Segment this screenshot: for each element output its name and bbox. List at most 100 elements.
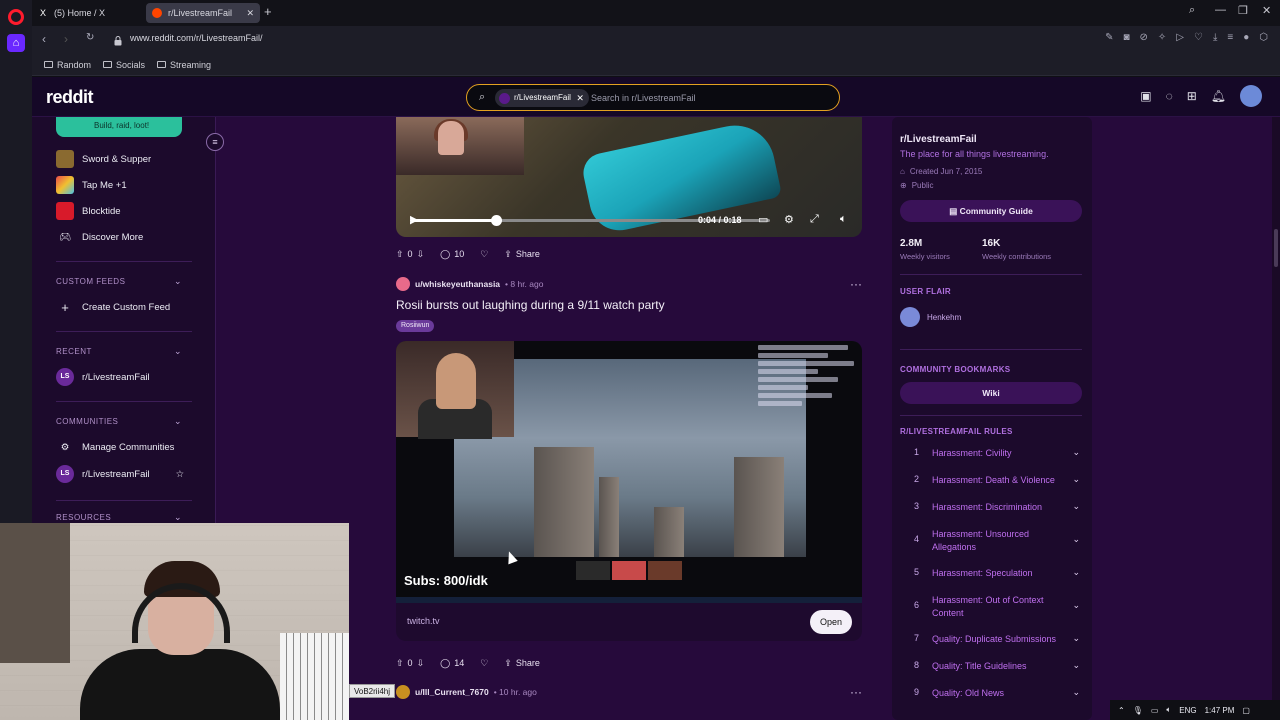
reddit-logo[interactable]: reddit: [46, 87, 94, 108]
home-icon[interactable]: ⌂: [7, 34, 25, 52]
extension-icon[interactable]: ✧: [1158, 32, 1166, 43]
flair-avatar[interactable]: [900, 307, 920, 327]
search-bar[interactable]: ⌕ r/LivestreamFail ✕: [466, 84, 840, 111]
avatar[interactable]: [396, 277, 410, 291]
search-scope-chip[interactable]: r/LivestreamFail ✕: [495, 89, 589, 107]
weekly-visitors: 2.8M Weekly visitors: [900, 238, 950, 261]
tab-livestreamfail[interactable]: r/LivestreamFail ✕: [146, 3, 260, 23]
upvote-icon[interactable]: ⇧: [396, 658, 404, 669]
collapse-nav-button[interactable]: ≡: [206, 133, 224, 151]
streamer-webcam: [396, 117, 524, 175]
network-icon[interactable]: ▭: [1151, 706, 1159, 715]
star-icon[interactable]: ☆: [176, 469, 185, 480]
bookmark-streaming[interactable]: Streaming: [157, 60, 211, 70]
award-button[interactable]: ♡: [480, 658, 488, 669]
nav-discover-more[interactable]: 🎮︎ Discover More: [56, 227, 143, 247]
microphone-icon[interactable]: 🎙︎: [1133, 706, 1143, 715]
resources-header[interactable]: RESOURCES ⌄: [56, 512, 182, 522]
back-icon[interactable]: ‹: [42, 32, 46, 46]
downvote-icon[interactable]: ⇩: [417, 658, 425, 669]
tab-strip: X (5) Home / X r/LivestreamFail ✕ + ⌕ — …: [32, 0, 1280, 26]
camera-icon[interactable]: ◙: [1123, 32, 1129, 43]
nav-sword-supper[interactable]: Sword & Supper: [56, 149, 151, 169]
clock[interactable]: 1:47 PM: [1205, 706, 1235, 715]
communities-header[interactable]: COMMUNITIES ⌄: [56, 416, 182, 426]
post-time: • 8 hr. ago: [505, 279, 544, 289]
video-player[interactable]: ▶ 0:04 / 0:18 ▭ ⚙ ⤢ 🔈︎: [396, 117, 862, 237]
vpn-icon[interactable]: ⊘: [1140, 32, 1148, 43]
recent-livestreamfail[interactable]: LS r/LivestreamFail: [56, 367, 150, 387]
post-author[interactable]: u/whiskeyeuthanasia: [415, 279, 500, 289]
emote-strip: [576, 561, 682, 580]
share-button[interactable]: ⇪ Share: [504, 658, 540, 669]
link-domain[interactable]: twitch.tv: [407, 616, 440, 626]
downvote-icon[interactable]: ⇩: [417, 249, 425, 260]
reload-icon[interactable]: ↻: [86, 32, 94, 43]
custom-feeds-header[interactable]: CUSTOM FEEDS ⌄: [56, 276, 182, 286]
more-options-icon[interactable]: ···: [850, 277, 862, 291]
share-icon: ⇪: [504, 248, 512, 259]
recent-header[interactable]: RECENT ⌄: [56, 346, 182, 356]
volume-icon[interactable]: 🔈︎: [840, 213, 847, 226]
bookmark-socials[interactable]: Socials: [103, 60, 145, 70]
community-name[interactable]: r/LivestreamFail: [900, 134, 977, 145]
search-tabs-icon[interactable]: ⌕: [1189, 4, 1195, 17]
new-tab-icon[interactable]: +: [264, 3, 278, 23]
video-time: 0:04 / 0:18: [698, 215, 742, 225]
post-flair[interactable]: Rosiiwun: [396, 320, 435, 332]
scrubber-handle[interactable]: [491, 215, 503, 226]
close-icon[interactable]: ✕: [246, 3, 254, 23]
close-window-icon[interactable]: ✕: [1262, 4, 1271, 17]
share-button[interactable]: ⇪ Share: [504, 249, 540, 260]
fullscreen-icon[interactable]: ⤢: [810, 213, 819, 226]
manage-communities[interactable]: ⚙ Manage Communities: [56, 437, 175, 457]
community-livestreamfail[interactable]: LS r/LivestreamFail ☆: [56, 464, 184, 484]
community-guide-button[interactable]: ▤ Community Guide: [900, 200, 1082, 222]
avatar[interactable]: [396, 685, 410, 699]
nav-blocktide[interactable]: Blocktide: [56, 201, 121, 221]
more-options-icon[interactable]: ···: [850, 685, 862, 699]
chat-icon[interactable]: ◌: [1166, 89, 1173, 107]
user-flair[interactable]: Henkehm: [927, 313, 961, 322]
menu-icon[interactable]: ≡: [1227, 32, 1233, 43]
heart-icon[interactable]: ♡: [1194, 32, 1203, 43]
user-avatar[interactable]: [1240, 85, 1262, 107]
tab-x-home[interactable]: X (5) Home / X: [32, 3, 142, 23]
download-icon[interactable]: ⤓: [1213, 32, 1217, 43]
post-title[interactable]: Rosii bursts out laughing during a 9/11 …: [396, 298, 665, 312]
volume-icon[interactable]: 🔈︎: [1166, 705, 1171, 715]
url-field[interactable]: www.reddit.com/r/LivestreamFail/: [130, 33, 263, 43]
opera-logo-icon[interactable]: [8, 9, 24, 25]
bookmark-random[interactable]: Random: [44, 60, 91, 70]
wiki-button[interactable]: Wiki: [900, 382, 1082, 404]
post-media[interactable]: Subs: 800/idk: [396, 341, 862, 603]
comments-button[interactable]: ◯ 10: [440, 249, 464, 260]
post-author[interactable]: u/Ill_Current_7670: [415, 687, 489, 697]
search-input[interactable]: [591, 89, 831, 107]
scrollbar-thumb[interactable]: [1274, 229, 1278, 267]
settings-icon[interactable]: ⚙: [784, 213, 794, 226]
clear-scope-icon[interactable]: ✕: [576, 89, 584, 107]
game-promo-card[interactable]: Build, raid, loot!: [56, 117, 182, 137]
scrollbar[interactable]: [1272, 117, 1280, 720]
notification-icon[interactable]: ▢: [1242, 706, 1250, 715]
notifications-icon[interactable]: 🔔︎: [1211, 89, 1226, 107]
upvote-icon[interactable]: ⇧: [396, 249, 404, 260]
profile-icon[interactable]: ●: [1243, 32, 1249, 43]
nav-tap-me[interactable]: Tap Me +1: [56, 175, 127, 195]
advertise-icon[interactable]: ▣: [1140, 89, 1151, 107]
wallet-icon[interactable]: ⬡: [1259, 32, 1268, 43]
open-button[interactable]: Open: [809, 610, 852, 634]
award-button[interactable]: ♡: [480, 249, 488, 260]
captions-icon[interactable]: ▭: [758, 213, 768, 226]
language[interactable]: ENG: [1179, 706, 1196, 715]
maximize-icon[interactable]: ❐: [1238, 4, 1248, 17]
create-custom-feed[interactable]: + Create Custom Feed: [56, 297, 170, 317]
chevron-up-icon[interactable]: ⌃: [1118, 706, 1125, 715]
comments-button[interactable]: ◯ 14: [440, 658, 464, 669]
forward-icon[interactable]: ›: [64, 32, 68, 46]
send-icon[interactable]: ▷: [1176, 32, 1184, 43]
create-post-icon[interactable]: ⊞: [1187, 89, 1197, 107]
minimize-icon[interactable]: —: [1215, 4, 1226, 16]
snapshot-icon[interactable]: ✎: [1105, 32, 1113, 43]
